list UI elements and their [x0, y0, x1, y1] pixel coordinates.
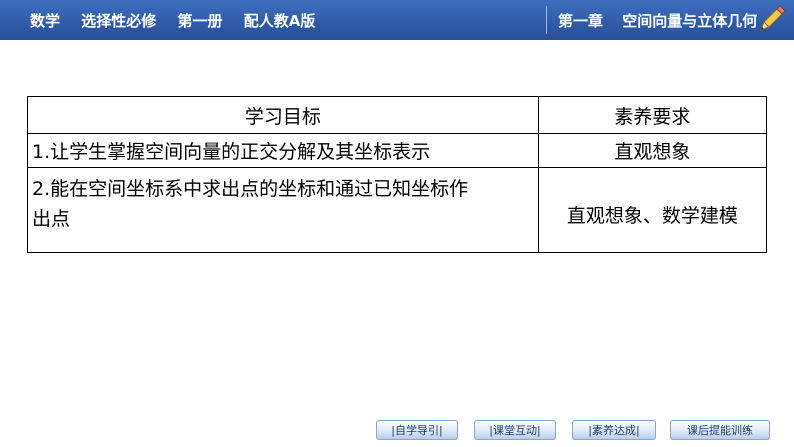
goal-cell: 1.让学生掌握空间向量的正交分解及其坐标表示: [27, 133, 539, 168]
header-literacy: 素养要求: [537, 96, 768, 134]
pencil-icon: [760, 5, 786, 31]
table-row: 2.能在空间坐标系中求出点的坐标和通过已知坐标作 出点 直观想象、数学建模: [27, 167, 768, 253]
nav-button-literacy[interactable]: |素养达成|: [572, 420, 656, 440]
header-bar: 数学 选择性必修 第一册 配人教A版 第一章 空间向量与立体几何: [0, 0, 794, 40]
nav-button-practice[interactable]: 课后提能训练: [670, 420, 770, 440]
chapter-number: 第一章: [558, 12, 604, 30]
nav-button-self-study[interactable]: |自学导引|: [376, 420, 458, 440]
goal-line-2: 出点: [32, 208, 71, 230]
nav-button-classroom[interactable]: |课堂互动|: [474, 420, 556, 440]
table-row: 1.让学生掌握空间向量的正交分解及其坐标表示 直观想象: [27, 133, 768, 168]
chapter-title: 第一章 空间向量与立体几何: [558, 10, 771, 31]
breadcrumb-edition: 配人教A版: [243, 12, 316, 30]
goal-line-1: 2.能在空间坐标系中求出点的坐标和通过已知坐标作: [32, 178, 469, 200]
literacy-cell: 直观想象、数学建模: [537, 167, 768, 253]
objectives-table: 学习目标 素养要求 1.让学生掌握空间向量的正交分解及其坐标表示 直观想象 2.…: [27, 96, 768, 253]
goal-cell: 2.能在空间坐标系中求出点的坐标和通过已知坐标作 出点: [27, 167, 539, 253]
header-learning-goal: 学习目标: [27, 96, 539, 134]
header-divider: [546, 6, 547, 34]
breadcrumb-subject: 数学: [30, 12, 61, 30]
breadcrumb-series: 选择性必修: [81, 12, 157, 30]
literacy-cell: 直观想象: [537, 133, 768, 168]
course-breadcrumb: 数学 选择性必修 第一册 配人教A版: [30, 10, 331, 31]
chapter-name: 空间向量与立体几何: [622, 12, 758, 30]
breadcrumb-volume: 第一册: [177, 12, 223, 30]
